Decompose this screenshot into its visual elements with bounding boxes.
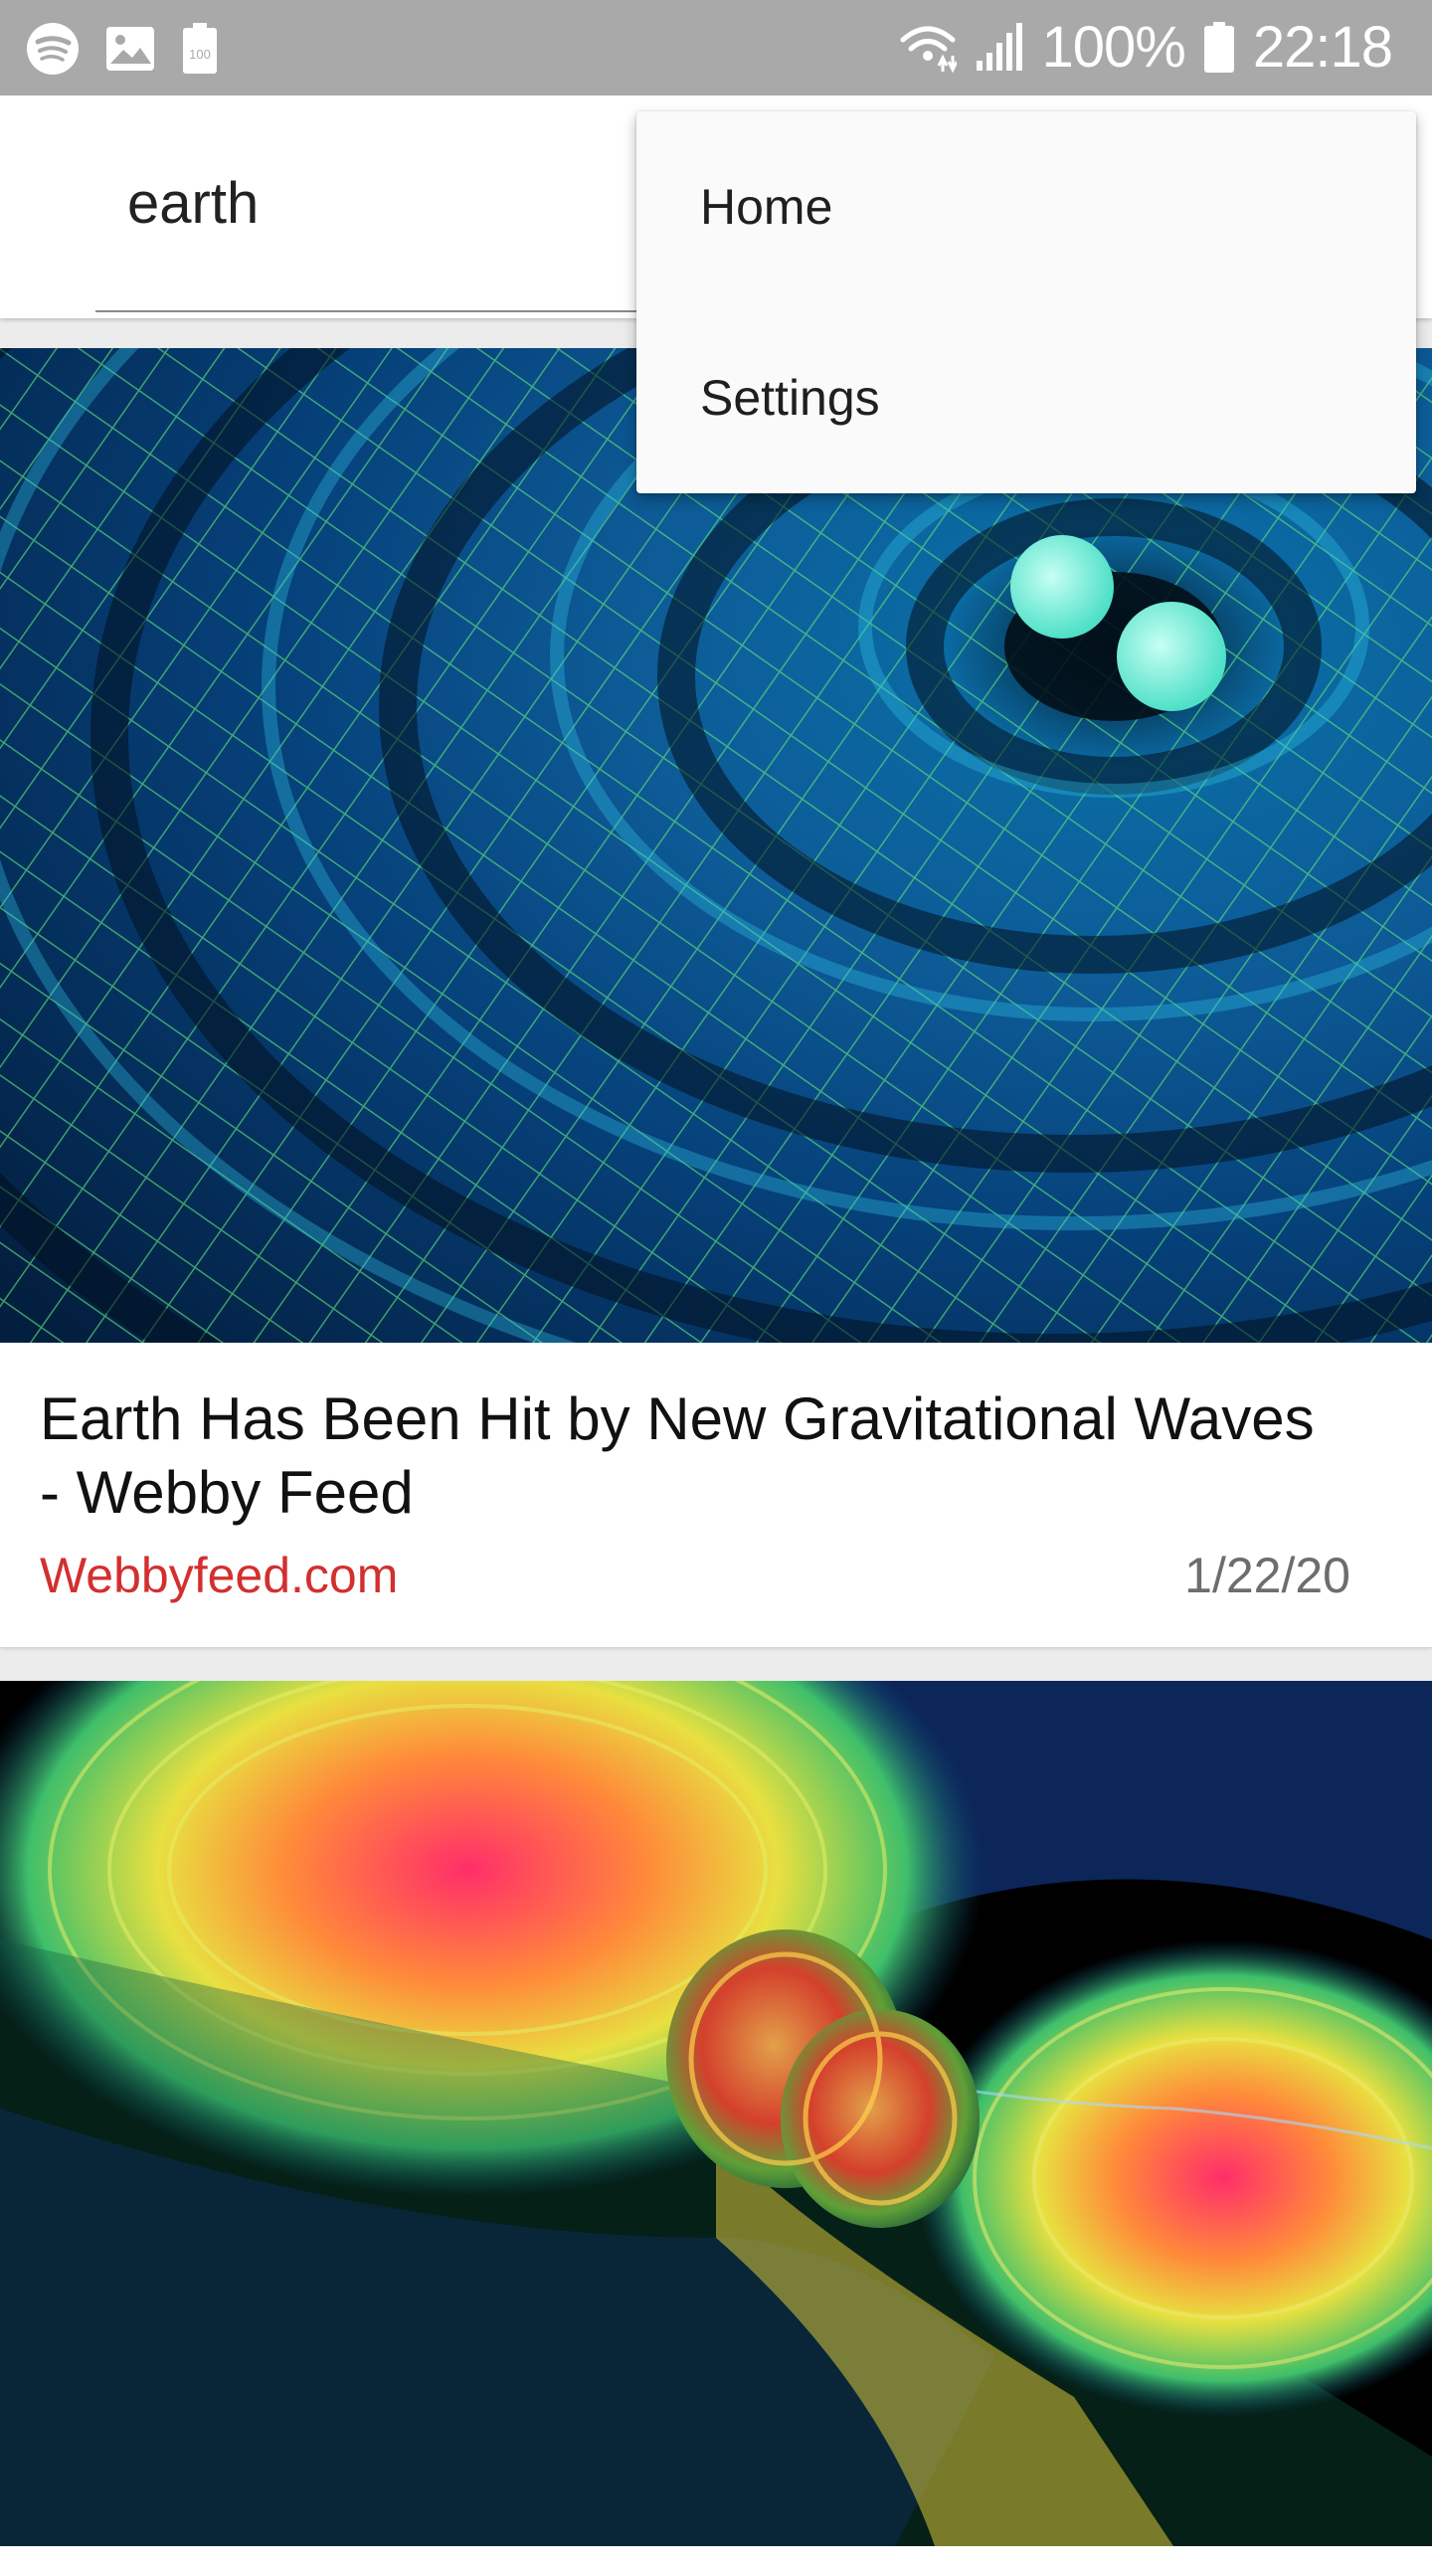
gallery-icon bbox=[106, 27, 154, 71]
status-bar-notifications: 100 bbox=[26, 22, 219, 76]
battery-saver-icon: 100 bbox=[183, 23, 217, 74]
clock: 22:18 bbox=[1252, 15, 1393, 80]
wifi-icon bbox=[900, 26, 957, 74]
status-bar-system: 100% 22:18 bbox=[899, 14, 1393, 82]
gravitational-waves-neutron-star-image[interactable] bbox=[0, 1681, 1432, 2546]
signal-icon bbox=[976, 23, 1022, 71]
overflow-menu: Home Settings bbox=[636, 111, 1416, 493]
status-bar: 100 100% 22:18 bbox=[0, 0, 1432, 95]
menu-item-home[interactable]: Home bbox=[636, 111, 1416, 302]
battery-icon bbox=[1203, 22, 1234, 73]
menu-item-settings[interactable]: Settings bbox=[636, 302, 1416, 493]
article-title[interactable]: Earth Has Been Hit by New Gravitational … bbox=[40, 1382, 1333, 1530]
news-card[interactable] bbox=[0, 1681, 1432, 2576]
gravitational-waves-grid-image[interactable] bbox=[0, 348, 1432, 1343]
battery-saver-label: 100 bbox=[189, 47, 211, 62]
battery-percent: 100% bbox=[1041, 15, 1186, 80]
spotify-icon bbox=[27, 23, 79, 75]
article-date: 1/22/20 bbox=[1184, 1548, 1350, 1603]
news-card[interactable]: Earth Has Been Hit by New Gravitational … bbox=[0, 348, 1432, 1647]
article-source: Webbyfeed.com bbox=[40, 1548, 399, 1603]
